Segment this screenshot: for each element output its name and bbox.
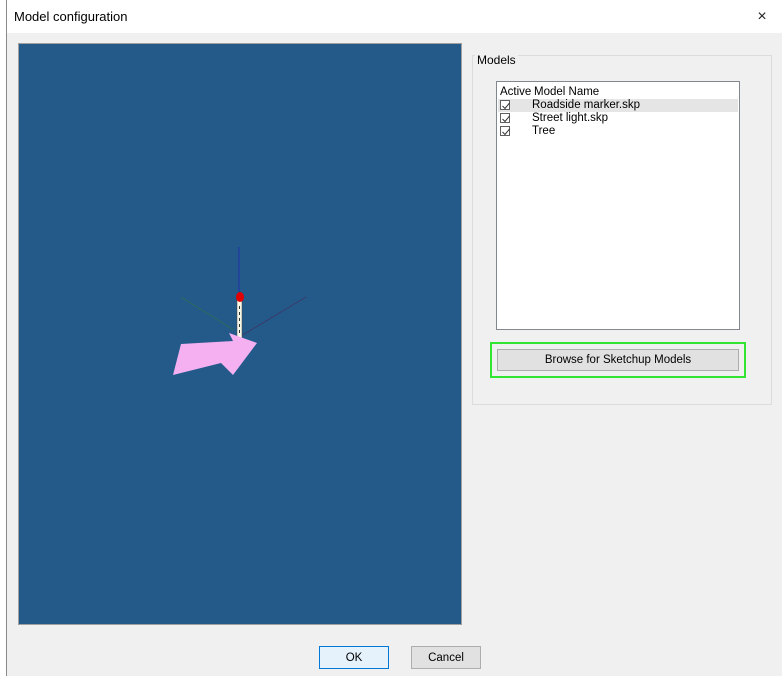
list-item[interactable]: Street light.skp bbox=[498, 112, 738, 125]
cancel-button[interactable]: Cancel bbox=[411, 646, 481, 669]
list-item[interactable]: Roadside marker.skp bbox=[498, 99, 738, 112]
model-name: Street light.skp bbox=[532, 112, 609, 124]
marker-reflector bbox=[236, 292, 244, 302]
column-header-model-name[interactable]: Model Name bbox=[534, 86, 599, 98]
ok-button[interactable]: OK bbox=[319, 646, 389, 669]
model-preview-viewport[interactable] bbox=[18, 43, 462, 625]
active-checkbox[interactable] bbox=[500, 126, 510, 136]
active-checkbox[interactable] bbox=[500, 100, 510, 110]
list-item[interactable]: Tree bbox=[498, 125, 738, 138]
close-button[interactable]: × bbox=[742, 0, 782, 33]
x-axis-line bbox=[240, 296, 307, 337]
browse-sketchup-models-button[interactable]: Browse for Sketchup Models bbox=[497, 349, 739, 371]
checkmark-icon bbox=[502, 102, 510, 110]
dialog-window: Model configuration × Models Active Mode… bbox=[6, 0, 782, 676]
model-name: Tree bbox=[532, 125, 556, 137]
models-group-label: Models bbox=[475, 53, 518, 67]
model-name: Roadside marker.skp bbox=[532, 99, 641, 111]
dialog-title: Model configuration bbox=[14, 9, 128, 24]
column-header-active[interactable]: Active bbox=[500, 86, 531, 98]
y-axis-line bbox=[180, 296, 235, 331]
active-checkbox[interactable] bbox=[500, 113, 510, 123]
direction-arrow bbox=[173, 333, 257, 375]
checkmark-icon bbox=[502, 115, 510, 123]
title-bar: Model configuration × bbox=[7, 0, 782, 33]
preview-scene bbox=[173, 247, 307, 375]
close-icon: × bbox=[757, 7, 767, 25]
list-header: Active Model Name bbox=[500, 85, 738, 99]
models-list[interactable]: Active Model Name Roadside marker.skp St… bbox=[496, 81, 740, 330]
checkmark-icon bbox=[502, 128, 510, 136]
